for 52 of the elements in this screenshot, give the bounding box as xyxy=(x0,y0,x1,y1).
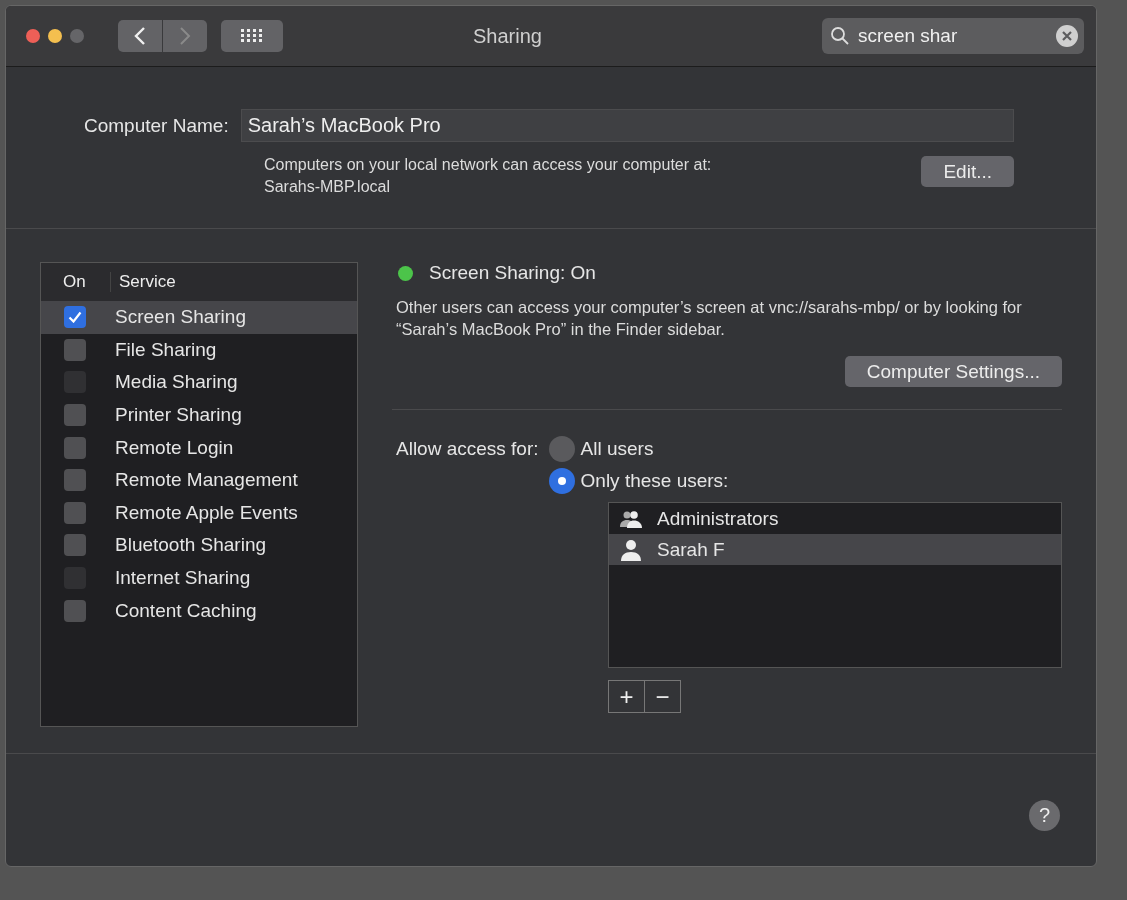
service-row[interactable]: Screen Sharing xyxy=(41,301,357,334)
group-icon xyxy=(619,508,643,529)
edit-button[interactable]: Edit... xyxy=(921,156,1014,187)
column-header: On xyxy=(41,272,111,292)
clear-icon[interactable] xyxy=(1056,25,1078,47)
close-button[interactable] xyxy=(26,29,40,43)
computer-settings-button[interactable]: Computer Settings... xyxy=(844,356,1062,387)
computer-name-field[interactable]: Sarah’s MacBook Pro xyxy=(240,109,1014,142)
checkbox[interactable] xyxy=(64,436,86,459)
checkbox[interactable] xyxy=(64,338,86,361)
service-row[interactable]: Remote Management xyxy=(41,463,357,497)
checkmark-icon xyxy=(68,311,82,324)
user-row[interactable]: Administrators xyxy=(609,503,1061,534)
chevron-right-icon xyxy=(178,26,192,46)
service-row[interactable]: File Sharing xyxy=(41,333,357,367)
service-row[interactable]: Remote Apple Events xyxy=(41,496,357,530)
back-button[interactable] xyxy=(118,20,162,52)
checkbox[interactable] xyxy=(64,404,86,427)
chevron-left-icon xyxy=(133,26,147,46)
status-text: Screen Sharing: On xyxy=(429,262,596,284)
checkbox[interactable] xyxy=(64,501,86,524)
radio-button[interactable] xyxy=(548,468,575,494)
network-info-text: Computers on your local network can access your computer at: xyxy=(264,155,712,175)
show-all-button[interactable] xyxy=(221,20,283,52)
access-label: Allow access for: xyxy=(396,438,539,461)
user-row[interactable]: Sarah F xyxy=(609,534,1061,565)
grid-icon xyxy=(241,29,263,43)
person-icon xyxy=(619,538,643,561)
help-button[interactable]: ? xyxy=(1029,800,1060,831)
service-row[interactable]: Bluetooth Sharing xyxy=(41,529,357,562)
checkbox[interactable] xyxy=(64,306,86,329)
local-address-text: Sarahs-MBP.local xyxy=(264,177,391,197)
service-row[interactable]: Content Caching xyxy=(41,594,357,627)
service-row[interactable]: Remote Login xyxy=(41,431,357,464)
computer-name-label: Computer Name: xyxy=(84,114,229,137)
add-button[interactable]: + xyxy=(608,680,645,713)
search-input[interactable]: screen shar xyxy=(856,24,1050,48)
service-row[interactable]: Printer Sharing xyxy=(41,398,357,432)
radio-label[interactable]: All users xyxy=(580,438,654,460)
checkbox[interactable] xyxy=(64,534,86,557)
window-title: Sharing xyxy=(472,24,543,48)
column-header: Service xyxy=(118,272,176,292)
search-icon xyxy=(830,26,850,46)
checkbox[interactable] xyxy=(64,599,86,622)
radio-label[interactable]: Only these users: xyxy=(580,470,729,492)
remove-button[interactable]: − xyxy=(644,680,681,713)
radio-button[interactable] xyxy=(548,436,575,462)
minimize-button[interactable] xyxy=(48,29,62,43)
zoom-button[interactable] xyxy=(70,29,84,43)
description-text: Other users can access your computer’s screen at vnc://sarahs-mbp/ or by looking for “Sarah’s MacBook Pro” in the Finder sidebar. xyxy=(396,297,1022,340)
search-field[interactable]: screen shar xyxy=(822,18,1084,54)
checkbox[interactable] xyxy=(64,469,86,492)
